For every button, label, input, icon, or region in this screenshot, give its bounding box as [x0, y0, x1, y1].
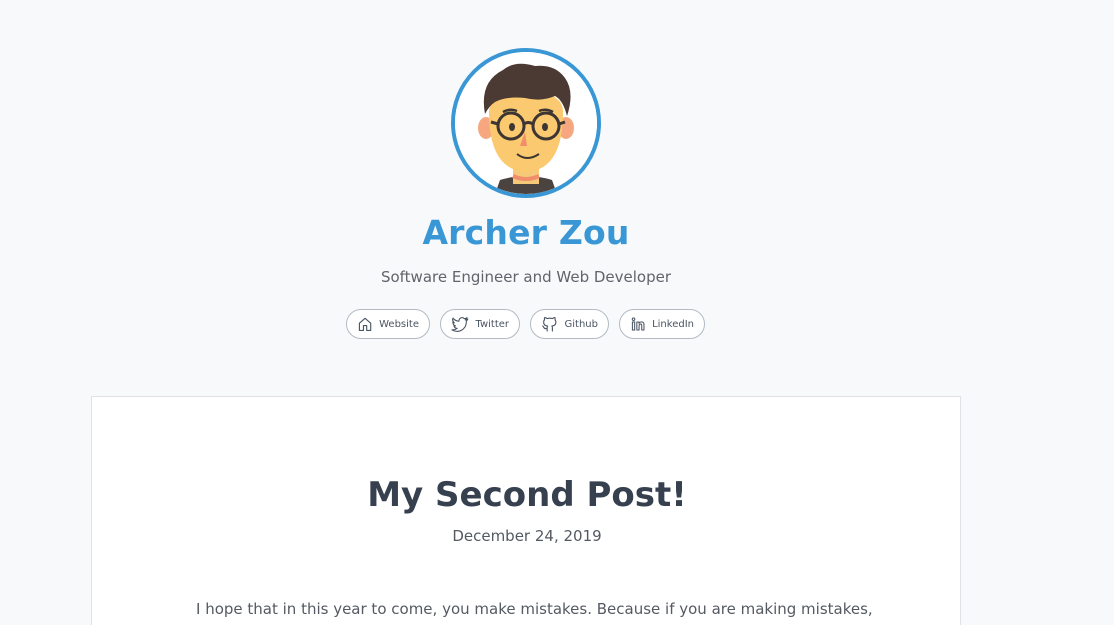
profile-tagline: Software Engineer and Web Developer	[380, 268, 672, 286]
linkedin-icon	[631, 317, 645, 331]
twitter-link-label: Twitter	[475, 318, 509, 330]
post-body: I hope that in this year to come, you ma…	[196, 600, 873, 618]
website-link[interactable]: Website	[346, 309, 430, 339]
twitter-link[interactable]: Twitter	[440, 309, 520, 339]
github-icon	[542, 316, 557, 332]
post-title[interactable]: My Second Post!	[92, 475, 962, 515]
linkedin-link[interactable]: LinkedIn	[619, 309, 705, 339]
avatar	[451, 48, 601, 198]
post-date: December 24, 2019	[452, 527, 602, 545]
social-links: Website Twitter Github LinkedIn	[346, 309, 705, 339]
avatar-illustration-icon	[455, 52, 597, 194]
github-link-label: Github	[564, 318, 598, 330]
linkedin-link-label: LinkedIn	[652, 318, 694, 330]
home-icon	[358, 317, 372, 332]
github-link[interactable]: Github	[530, 309, 609, 339]
blog-page: Archer Zou Software Engineer and Web Dev…	[0, 0, 1114, 625]
website-link-label: Website	[379, 318, 419, 330]
twitter-icon	[451, 317, 469, 332]
post-card: My Second Post! December 24, 2019 I hope…	[91, 396, 961, 625]
profile-name: Archer Zou	[422, 213, 630, 252]
